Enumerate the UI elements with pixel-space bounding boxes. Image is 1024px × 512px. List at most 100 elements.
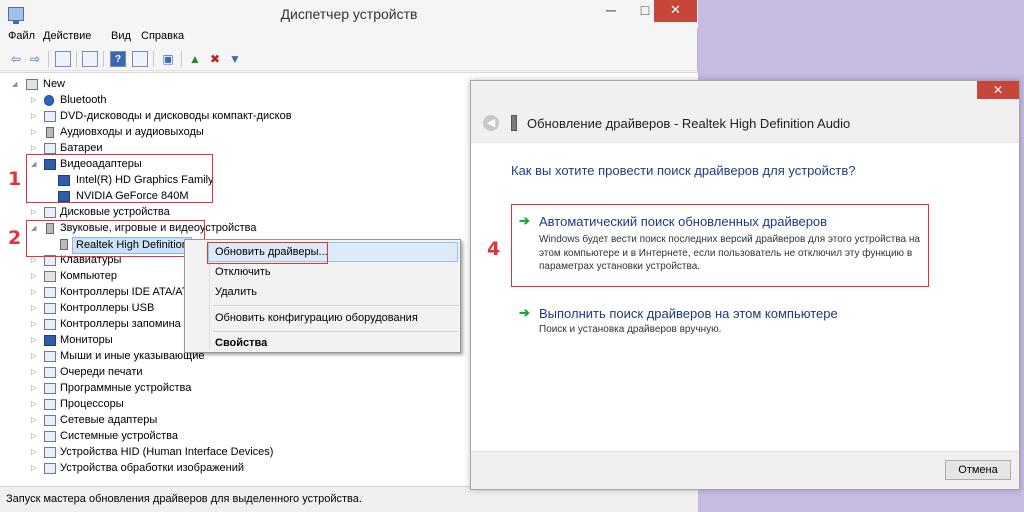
back-arrow-icon[interactable]: ⇦	[8, 51, 24, 67]
toolbar-separator	[103, 51, 104, 67]
collapsed-icon[interactable]: ▷	[31, 125, 36, 140]
auto-search-option[interactable]: Автоматический поиск обновленных драйвер…	[539, 214, 827, 229]
tree-item-label: Контроллеры запомина	[60, 318, 181, 330]
printer-icon	[44, 367, 56, 378]
minimize-button[interactable]: ─	[594, 0, 628, 22]
collapsed-icon[interactable]: ▷	[31, 381, 36, 396]
toolbar-separator	[181, 51, 182, 67]
tree-item-label: Bluetooth	[60, 94, 107, 106]
tree-item-label: DVD-дисководы и дисководы компакт-дисков	[60, 110, 292, 122]
manual-search-description: Поиск и установка драйверов вручную.	[539, 324, 722, 335]
collapsed-icon[interactable]: ▷	[31, 317, 36, 332]
collapsed-icon[interactable]: ▷	[31, 333, 36, 348]
green-arrow-icon: ➔	[519, 213, 530, 228]
menu-bar: Файл Действие Вид Справка	[0, 28, 698, 46]
menu-delete[interactable]: Удалить	[185, 282, 460, 302]
show-hide-tree-icon[interactable]	[55, 51, 71, 67]
dialog-close-button[interactable]: ✕	[977, 81, 1019, 99]
collapsed-icon[interactable]: ▷	[31, 109, 36, 124]
menu-help[interactable]: Справка	[141, 30, 184, 42]
tree-item-label: Мониторы	[60, 334, 113, 346]
uninstall-icon[interactable]: ✖	[207, 51, 223, 67]
menu-separator	[213, 305, 458, 306]
menu-action[interactable]: Действие	[43, 30, 91, 42]
marker-number: 1	[8, 168, 22, 190]
back-arrow-icon[interactable]: ◀	[483, 115, 499, 131]
dvd-drive-icon	[44, 111, 56, 122]
disk-drive-icon	[44, 207, 56, 218]
tree-item-label: Системные устройства	[60, 430, 179, 442]
device-icon	[511, 115, 517, 131]
menu-disable[interactable]: Отключить	[185, 262, 460, 282]
update-driver-dialog: ✕ ◀ Обновление драйверов - Realtek High …	[470, 80, 1020, 490]
processor-icon	[44, 399, 56, 410]
system-device-icon	[44, 431, 56, 442]
collapsed-icon[interactable]: ▷	[31, 413, 36, 428]
title-bar[interactable]: Диспетчер устройств ─ □ ✕	[0, 0, 698, 28]
update-driver-icon[interactable]: ▲	[187, 51, 203, 67]
mouse-icon	[44, 351, 56, 362]
hid-icon	[44, 447, 56, 458]
forward-arrow-icon[interactable]: ⇨	[27, 51, 43, 67]
monitor-icon	[44, 335, 56, 346]
manual-search-option[interactable]: Выполнить поиск драйверов на этом компью…	[539, 306, 838, 321]
help-icon[interactable]: ?	[110, 51, 126, 67]
storage-controller-icon	[44, 319, 56, 330]
collapsed-icon[interactable]: ▷	[31, 397, 36, 412]
menu-separator	[213, 331, 458, 332]
collapsed-icon[interactable]: ▷	[31, 429, 36, 444]
computer-icon	[26, 79, 38, 90]
dialog-title-bar[interactable]: ✕	[471, 81, 1019, 103]
marker-number: 2	[8, 227, 22, 249]
tree-item-label: Программные устройства	[60, 382, 192, 394]
disable-device-icon[interactable]: ▼	[227, 51, 243, 67]
collapsed-icon[interactable]: ▷	[31, 349, 36, 364]
usb-icon	[44, 303, 56, 314]
auto-search-description: Windows будет вести поиск последних верс…	[539, 234, 920, 272]
collapsed-icon[interactable]: ▷	[31, 205, 36, 220]
collapsed-icon[interactable]: ▷	[31, 93, 36, 108]
network-adapter-icon	[44, 415, 56, 426]
tree-root-label: New	[43, 78, 66, 90]
tree-item-label: Контроллеры IDE ATA/AT	[60, 286, 189, 298]
tree-item-label: Устройства HID (Human Interface Devices)	[60, 446, 274, 458]
camera-icon	[44, 463, 56, 474]
menu-properties[interactable]: Свойства	[185, 333, 460, 353]
bluetooth-icon	[44, 95, 54, 106]
collapsed-icon[interactable]: ▷	[31, 301, 36, 316]
dialog-question: Как вы хотите провести поиск драйверов д…	[511, 163, 856, 178]
software-device-icon	[44, 383, 56, 394]
tree-item-label: Аудиовходы и аудиовыходы	[60, 126, 204, 138]
collapsed-icon[interactable]: ▷	[31, 365, 36, 380]
cancel-button[interactable]: Отмена	[945, 460, 1011, 480]
toolbar: ⇦ ⇨ ? ▣ ▲ ✖ ▼	[0, 47, 698, 71]
menu-file[interactable]: Файл	[8, 30, 35, 42]
toolbar-separator	[76, 51, 77, 67]
collapsed-icon[interactable]: ▷	[31, 269, 36, 284]
collapsed-icon[interactable]: ▷	[31, 445, 36, 460]
speaker-icon	[46, 127, 54, 138]
toolbar-separator	[153, 51, 154, 67]
collapsed-icon[interactable]: ▷	[31, 285, 36, 300]
tree-item-label: Сетевые адаптеры	[60, 414, 158, 426]
scan-hardware-icon[interactable]: ▣	[160, 51, 176, 67]
tree-item-label: Очереди печати	[60, 366, 143, 378]
status-text: Запуск мастера обновления драйверов для …	[6, 493, 362, 505]
tree-item-label: Дисковые устройства	[60, 206, 170, 218]
green-arrow-icon: ➔	[519, 305, 530, 320]
computer-icon	[44, 271, 56, 282]
dialog-header: ◀ Обновление драйверов - Realtek High De…	[471, 103, 1019, 143]
tree-item-label: Компьютер	[60, 270, 117, 282]
menu-scan-hardware[interactable]: Обновить конфигурацию оборудования	[185, 308, 460, 328]
properties-icon[interactable]	[82, 51, 98, 67]
expanded-icon[interactable]: ◢	[12, 77, 17, 92]
close-button[interactable]: ✕	[654, 0, 697, 22]
highlight-update-drivers	[207, 242, 328, 264]
view-icon[interactable]	[132, 51, 148, 67]
collapsed-icon[interactable]: ▷	[31, 461, 36, 476]
toolbar-separator	[48, 51, 49, 67]
tree-item-label: Устройства обработки изображений	[60, 462, 245, 474]
highlight-video-adapters	[26, 154, 213, 203]
menu-view[interactable]: Вид	[111, 30, 131, 42]
dialog-footer: Отмена	[471, 451, 1019, 489]
